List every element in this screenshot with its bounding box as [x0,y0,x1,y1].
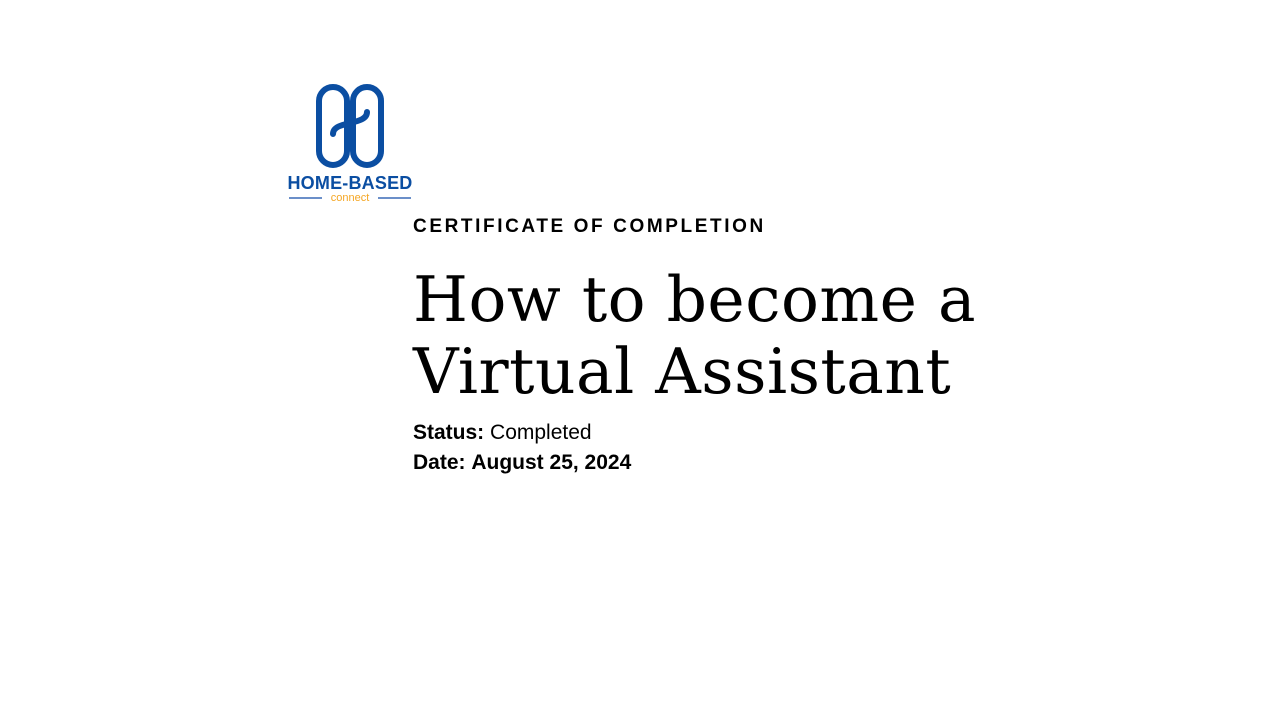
course-title: How to become a Virtual Assistant [413,264,1173,408]
date-value: August 25, 2024 [471,451,632,474]
certificate-eyebrow: CERTIFICATE OF COMPLETION [413,216,766,237]
logo-mark-icon: HOME-BASED connect [287,84,412,204]
date-row: Date: August 25, 2024 [413,448,1173,478]
home-based-connect-logo: HOME-BASED connect [286,82,414,206]
date-label: Date: [413,451,466,474]
certificate-meta: Status: Completed Date: August 25, 2024 [413,418,1173,478]
status-row: Status: Completed [413,418,1173,448]
status-value: Completed [490,421,592,444]
course-title-line-2: Virtual Assistant [413,335,952,408]
certificate-page: HOME-BASED connect CERTIFICATE OF COMPLE… [0,0,1280,720]
course-title-line-1: How to become a [413,263,977,336]
status-label: Status: [413,421,485,444]
logo-brand-top: HOME-BASED [287,173,412,193]
logo-brand-bottom: connect [331,192,370,204]
certificate-content: CERTIFICATE OF COMPLETION How to become … [413,214,1173,478]
